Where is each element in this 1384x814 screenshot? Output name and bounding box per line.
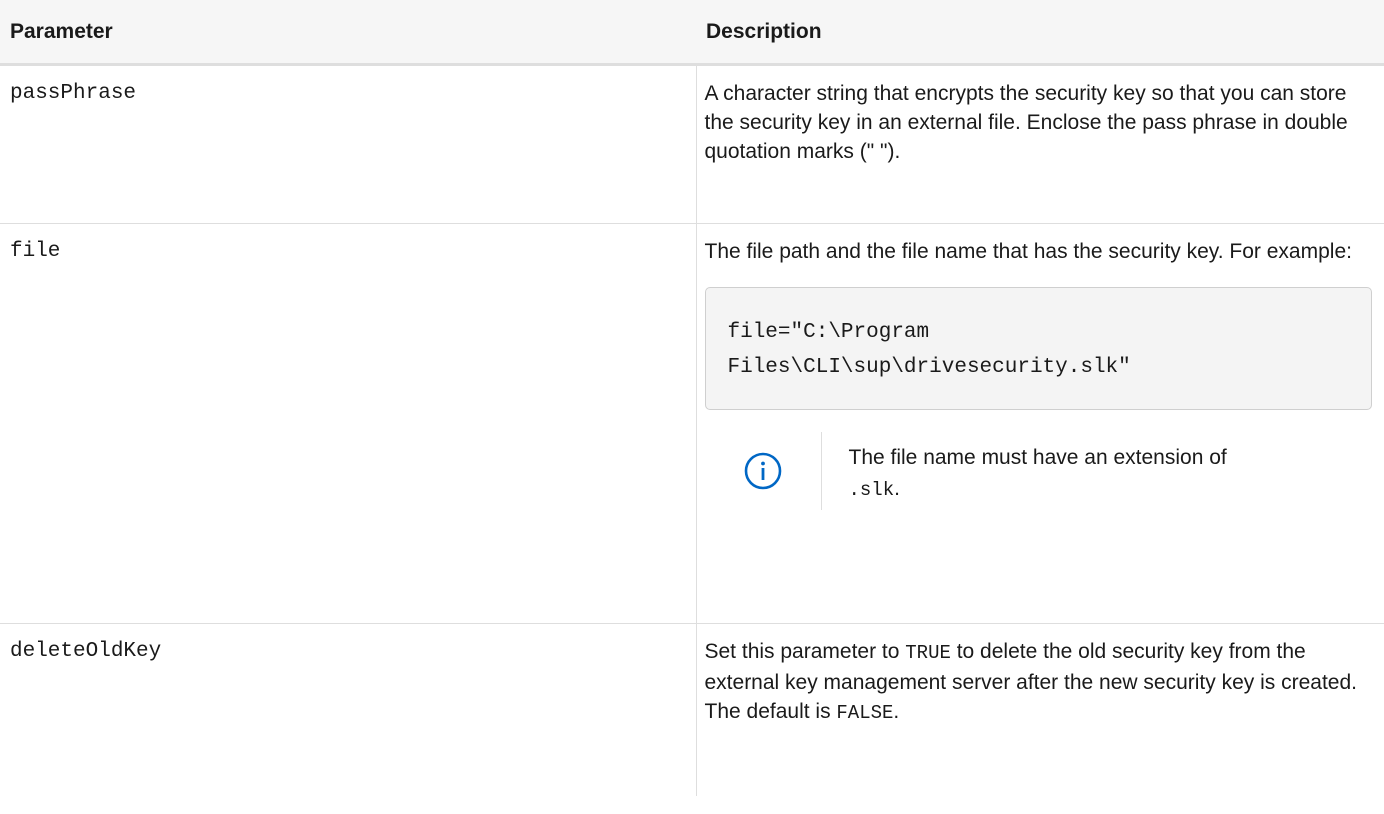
note-box: The file name must have an extension of … (705, 432, 1373, 510)
table-row: passPhrase A character string that encry… (0, 64, 1384, 224)
description-cell: A character string that encrypts the sec… (696, 64, 1384, 224)
param-cell: passPhrase (0, 64, 697, 224)
description-cell: Set this parameter to TRUE to delete the… (696, 624, 1384, 797)
code-line: Files\CLI\sup\drivesecurity.slk" (727, 356, 1131, 379)
param-name: deleteOldKey (10, 640, 162, 663)
note-icon-cell (705, 432, 821, 510)
inline-code: FALSE (836, 702, 894, 724)
inline-code: TRUE (905, 642, 951, 664)
info-circle-icon (744, 452, 781, 490)
inline-code: .slk (848, 479, 895, 501)
description-text: Set this parameter to TRUE to delete the… (704, 640, 1357, 724)
description-text: A character string that encrypts the sec… (704, 82, 1348, 163)
header-parameter: Parameter (0, 0, 696, 66)
param-name: passPhrase (10, 82, 137, 105)
table-row: deleteOldKey Set this parameter to TRUE … (0, 623, 1384, 797)
param-cell: file (0, 223, 697, 624)
header-description: Description (696, 0, 1384, 66)
note-text: The file name must have an extension of … (848, 446, 1227, 501)
param-name: file (10, 240, 61, 263)
code-line: file="C:\Program (727, 321, 930, 344)
table-header-row: Parameter Description (0, 0, 1384, 66)
table-row: file The file path and the file name tha… (0, 223, 1384, 624)
code-example: file="C:\Program Files\CLI\sup\drivesecu… (704, 287, 1372, 410)
param-cell: deleteOldKey (0, 623, 697, 796)
parameters-table: Parameter Description passPhrase A chara… (0, 0, 1384, 796)
description-text: The file path and the file name that has… (704, 240, 1352, 263)
description-cell: The file path and the file name that has… (696, 223, 1384, 624)
